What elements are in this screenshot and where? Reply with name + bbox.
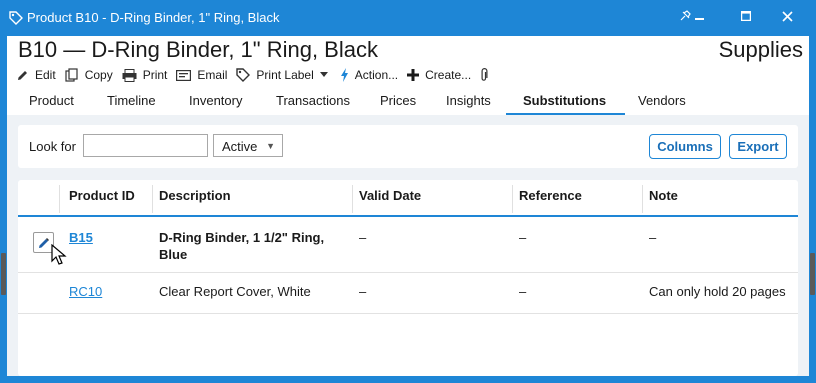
substitutions-grid: Product ID Description Valid Date Refere… (18, 180, 798, 376)
tab-substitutions[interactable]: Substitutions (523, 93, 606, 108)
column-header-note[interactable]: Note (649, 188, 678, 203)
column-separator (642, 185, 643, 213)
column-separator (512, 185, 513, 213)
column-header-product-id[interactable]: Product ID (69, 188, 135, 203)
toolbar: Edit Copy Print Email Print Label Action… (16, 66, 503, 84)
close-icon (781, 10, 793, 22)
print-label-button[interactable]: Print Label (236, 68, 314, 82)
action-button[interactable]: Action... (340, 68, 398, 82)
column-separator (352, 185, 353, 213)
description-cell-line2: Blue (159, 247, 188, 262)
email-label: Email (197, 68, 228, 82)
tab-product[interactable]: Product (29, 93, 74, 108)
category-label: Supplies (718, 37, 803, 62)
mouse-cursor-icon (51, 244, 67, 265)
left-panel-handle[interactable] (1, 253, 6, 295)
minimize-button[interactable] (677, 4, 723, 28)
maximize-icon (741, 11, 751, 21)
attach-button[interactable] (480, 68, 494, 82)
email-icon (176, 69, 192, 81)
column-header-reference[interactable]: Reference (519, 188, 582, 203)
right-panel-handle[interactable] (810, 253, 815, 295)
column-header-valid-date[interactable]: Valid Date (359, 188, 421, 203)
note-cell: Can only hold 20 pages (649, 284, 786, 299)
description-cell-line1: D-Ring Binder, 1 1/2" Ring, (159, 230, 325, 245)
paperclip-icon (481, 68, 488, 81)
tab-insights[interactable]: Insights (446, 93, 491, 108)
lightning-icon (340, 68, 348, 82)
print-label-label: Print Label (256, 68, 314, 82)
column-separator (59, 185, 60, 213)
chevron-down-icon[interactable] (319, 72, 328, 78)
tab-bar: Product Timeline Inventory Transactions … (7, 89, 809, 116)
plus-icon (407, 69, 420, 81)
tab-vendors[interactable]: Vendors (638, 93, 686, 108)
print-label: Print (142, 68, 168, 82)
pencil-icon (18, 70, 27, 80)
tag-icon (236, 68, 251, 82)
app-window: Product B10 - D-Ring Binder, 1" Ring, Bl… (0, 0, 816, 383)
export-button[interactable]: Export (729, 134, 787, 159)
product-id-link[interactable]: RC10 (69, 284, 102, 299)
copy-label: Copy (84, 68, 113, 82)
table-row[interactable]: B15 D-Ring Binder, 1 1/2" Ring, Blue – –… (18, 219, 798, 273)
maximize-button[interactable] (723, 4, 769, 28)
tab-inventory[interactable]: Inventory (189, 93, 242, 108)
tag-icon (9, 11, 23, 25)
printer-icon (122, 68, 137, 82)
reference-cell: – (519, 284, 527, 299)
reference-cell: – (519, 230, 527, 245)
filter-bar: Look for Active ▼ Columns Export (18, 125, 798, 168)
chevron-down-icon: ▼ (266, 141, 275, 151)
action-label: Action... (354, 68, 399, 82)
title-bar[interactable]: Product B10 - D-Ring Binder, 1" Ring, Bl… (0, 0, 816, 36)
tab-transactions[interactable]: Transactions (276, 93, 350, 108)
column-separator (152, 185, 153, 213)
edit-label: Edit (35, 68, 56, 82)
window-title: Product B10 - D-Ring Binder, 1" Ring, Bl… (27, 10, 280, 25)
look-for-input[interactable] (83, 134, 208, 157)
status-dropdown-value: Active (222, 139, 258, 154)
page-title: B10 — D-Ring Binder, 1" Ring, Black (18, 37, 378, 62)
minimize-icon (695, 18, 704, 20)
email-button[interactable]: Email (176, 68, 227, 82)
copy-icon (65, 68, 78, 82)
columns-button[interactable]: Columns (649, 134, 721, 159)
create-label: Create... (425, 68, 472, 82)
window-client: B10 — D-Ring Binder, 1" Ring, Black Supp… (7, 36, 809, 376)
description-cell: Clear Report Cover, White (159, 284, 311, 299)
column-header-description[interactable]: Description (159, 188, 231, 203)
tab-timeline[interactable]: Timeline (107, 93, 156, 108)
edit-button[interactable]: Edit (16, 68, 56, 82)
note-cell: – (649, 230, 657, 245)
pencil-icon (38, 237, 49, 248)
tab-prices[interactable]: Prices (380, 93, 416, 108)
product-id-link-text[interactable]: B15 (69, 230, 93, 245)
print-button[interactable]: Print (122, 68, 168, 82)
close-button[interactable] (764, 4, 810, 28)
copy-button[interactable]: Copy (65, 68, 113, 82)
look-for-label: Look for (29, 139, 76, 154)
status-dropdown[interactable]: Active ▼ (213, 134, 283, 157)
valid-date-cell: – (359, 230, 367, 245)
substitutions-pane: Look for Active ▼ Columns Export Product… (7, 115, 809, 376)
valid-date-cell: – (359, 284, 367, 299)
create-button[interactable]: Create... (407, 68, 471, 82)
product-id-link[interactable]: B15 (69, 230, 93, 245)
grid-header: Product ID Description Valid Date Refere… (18, 180, 798, 217)
product-id-link-text[interactable]: RC10 (69, 284, 102, 299)
table-row[interactable]: RC10 Clear Report Cover, White – – Can o… (18, 273, 798, 314)
